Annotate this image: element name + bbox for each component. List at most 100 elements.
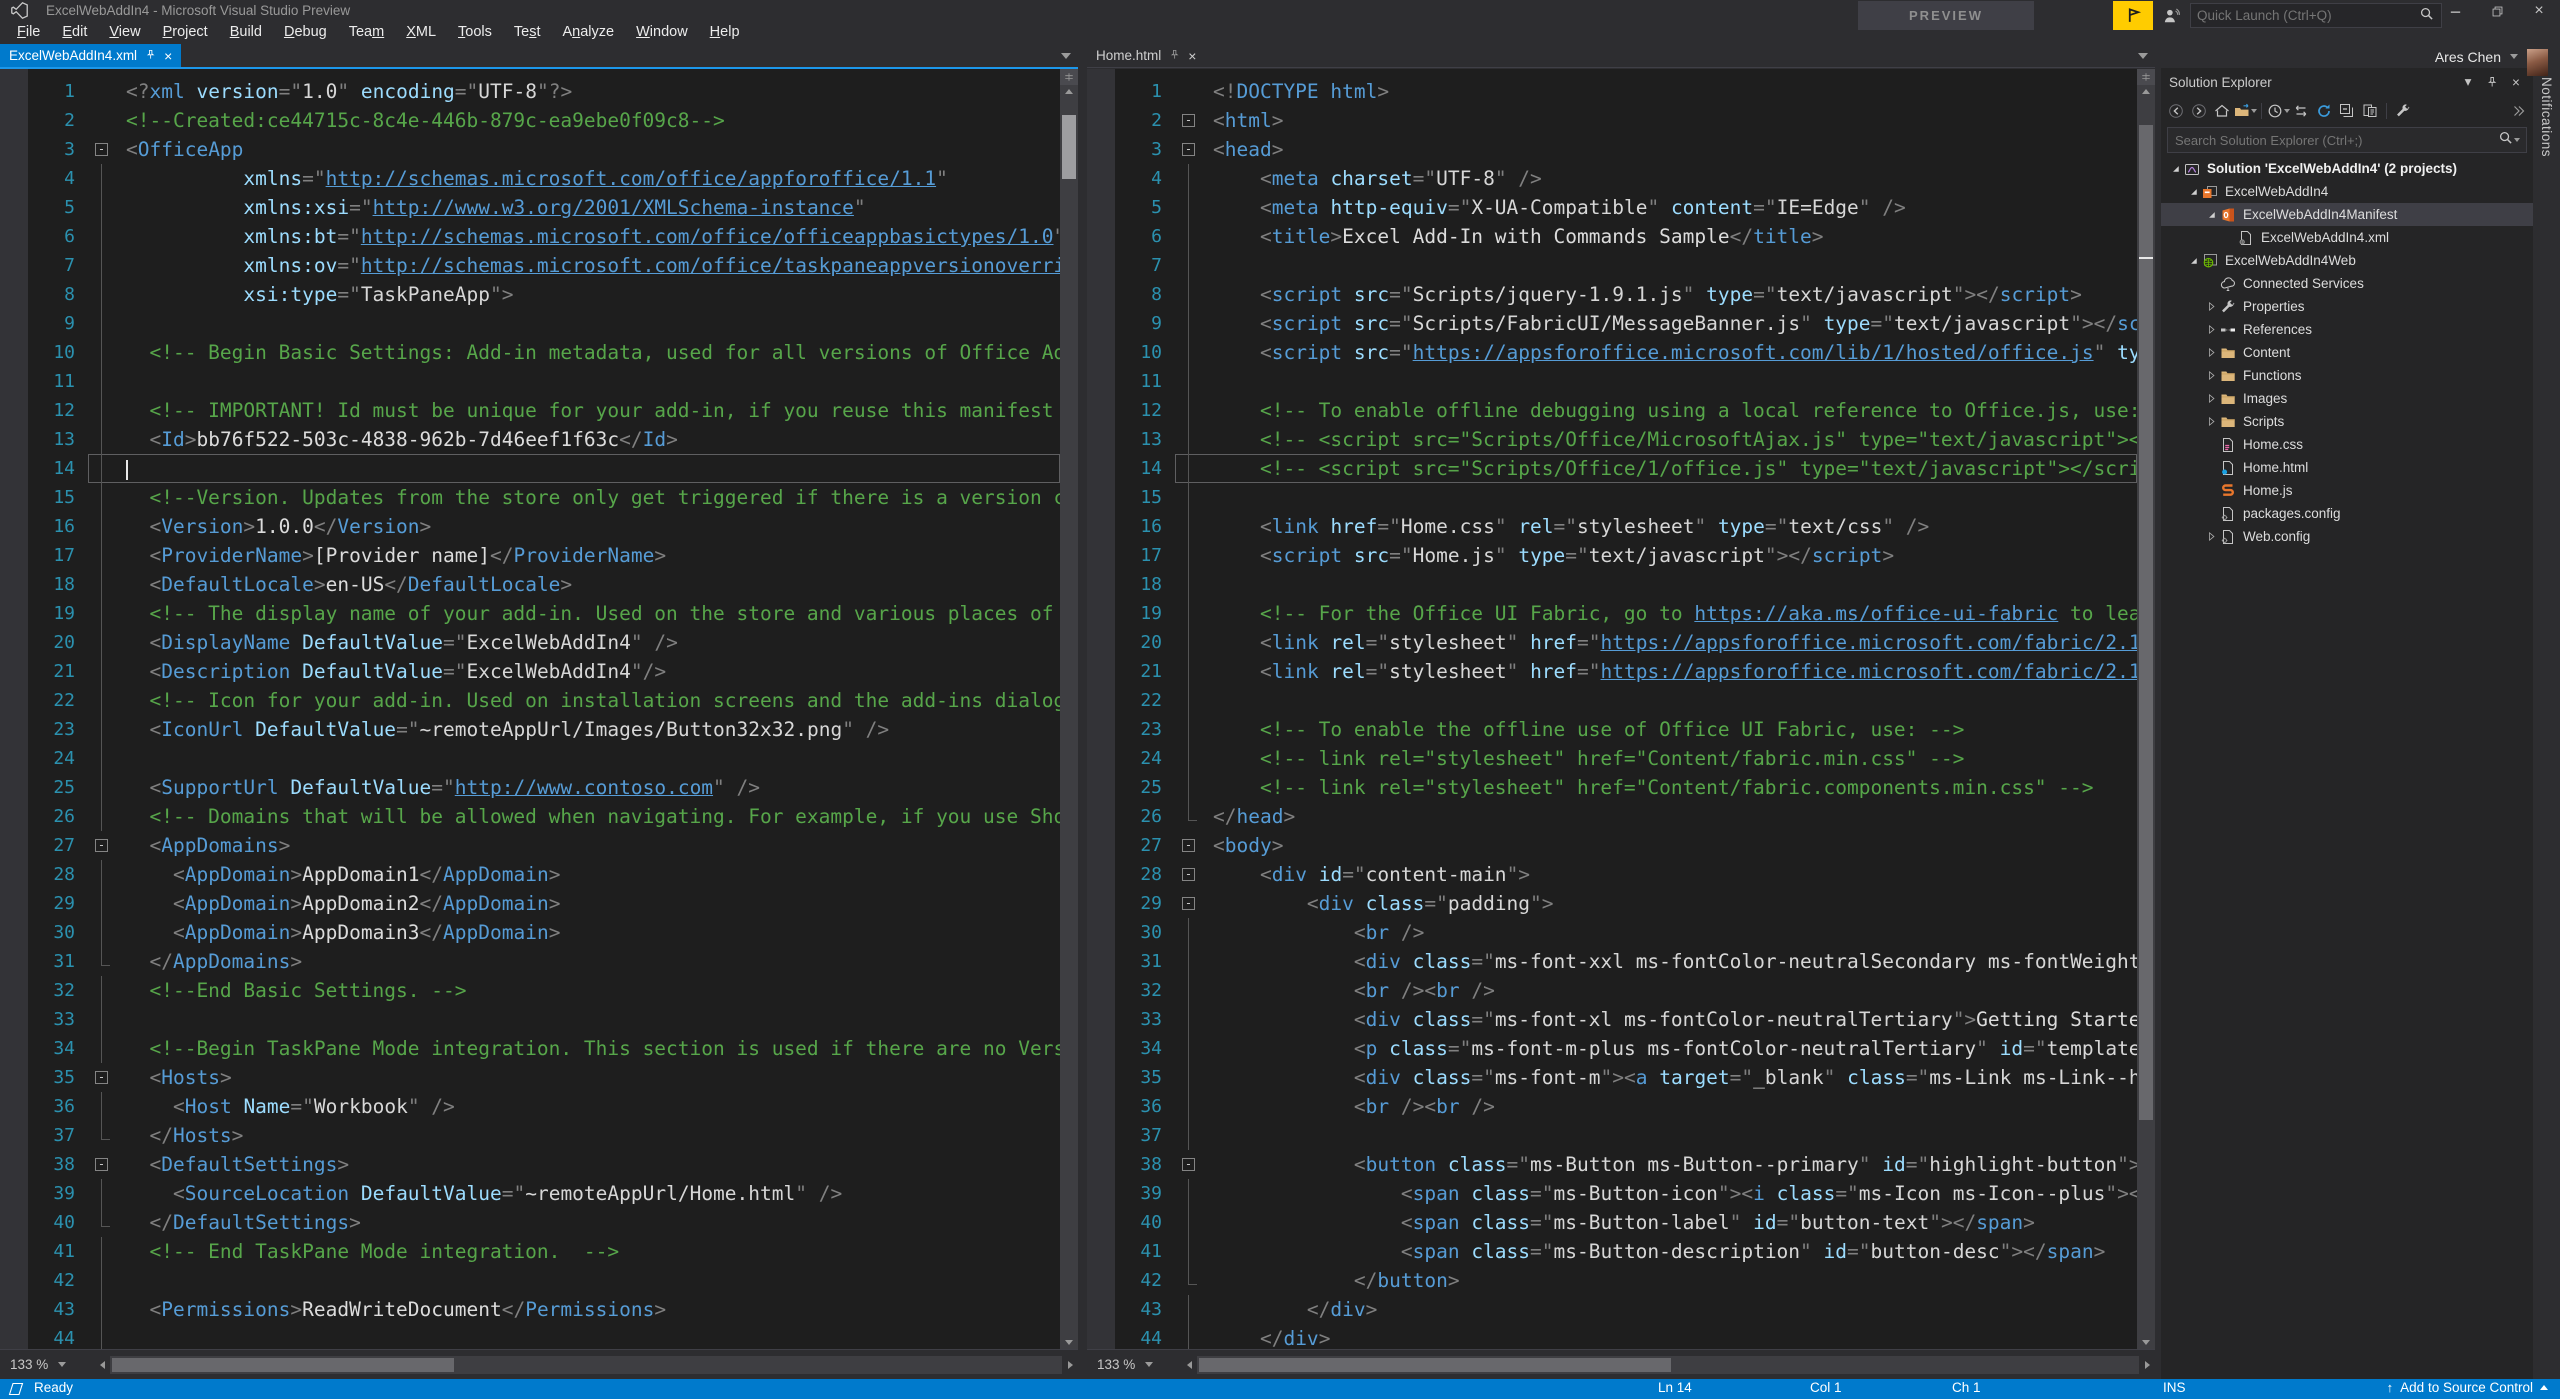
pin-icon[interactable] <box>145 48 156 63</box>
code-text[interactable]: <title>Excel Add-In with Commands Sample… <box>1205 222 2137 251</box>
code-text[interactable]: <AppDomains> <box>118 831 1060 860</box>
code-text[interactable] <box>1205 686 2137 715</box>
code-text[interactable]: <Permissions>ReadWriteDocument</Permissi… <box>118 1295 1060 1324</box>
tree-item-content[interactable]: Content <box>2161 341 2533 364</box>
menu-item-tools[interactable]: Tools <box>447 21 503 44</box>
expander-closed-icon[interactable] <box>2203 391 2220 407</box>
scroll-thumb[interactable] <box>1062 115 1076 179</box>
collapse-box-icon[interactable]: - <box>1182 839 1195 852</box>
tab-home-html[interactable]: Home.html× <box>1087 44 1205 67</box>
pin-icon[interactable] <box>1169 48 1180 63</box>
back-icon[interactable] <box>2165 100 2187 122</box>
code-text[interactable]: <IconUrl DefaultValue="~remoteAppUrl/Ima… <box>118 715 1060 744</box>
chevron-down-icon[interactable] <box>2514 138 2520 142</box>
tree-item-excelwebaddin4web[interactable]: ExcelWebAddIn4Web <box>2161 249 2533 272</box>
document-list-chevron-icon[interactable] <box>2138 53 2148 59</box>
code-text[interactable]: <SupportUrl DefaultValue="http://www.con… <box>118 773 1060 802</box>
editor-pane-left[interactable]: ExcelWebAddIn4.xml×1<?xml version="1.0" … <box>0 44 1078 1379</box>
code-text[interactable]: <Description DefaultValue="ExcelWebAddIn… <box>118 657 1060 686</box>
search-icon[interactable] <box>2498 130 2513 150</box>
code-text[interactable]: <OfficeApp <box>118 135 1060 164</box>
code-text[interactable]: <script src="Scripts/FabricUI/MessageBan… <box>1205 309 2137 338</box>
code-text[interactable]: <meta http-equiv="X-UA-Compatible" conte… <box>1205 193 2137 222</box>
expander-closed-icon[interactable] <box>2203 368 2220 384</box>
code-text[interactable]: <DefaultLocale>en-US</DefaultLocale> <box>118 570 1060 599</box>
solution-search-input[interactable] <box>2168 133 2498 148</box>
scope-icon[interactable] <box>2234 100 2256 122</box>
tree-item-packages-config[interactable]: packages.config <box>2161 502 2533 525</box>
search-icon[interactable] <box>2419 6 2441 26</box>
code-text[interactable]: <?xml version="1.0" encoding="UTF-8"?> <box>118 77 1060 106</box>
code-text[interactable]: <!-- IMPORTANT! Id must be unique for yo… <box>118 396 1060 425</box>
code-text[interactable]: <!-- To enable the offline use of Office… <box>1205 715 2137 744</box>
expander-open-icon[interactable] <box>2185 253 2202 269</box>
tree-item-excelwebaddin4manifest[interactable]: ExcelWebAddIn4Manifest <box>2161 203 2533 226</box>
code-text[interactable]: <p class="ms-font-m-plus ms-fontColor-ne… <box>1205 1034 2137 1063</box>
tree-item-excelwebaddin4[interactable]: ExcelWebAddIn4 <box>2161 180 2533 203</box>
code-text[interactable]: <!-- Icon for your add-in. Used on insta… <box>118 686 1060 715</box>
code-text[interactable]: <AppDomain>AppDomain3</AppDomain> <box>118 918 1060 947</box>
expander-closed-icon[interactable] <box>2203 299 2220 315</box>
menu-item-project[interactable]: Project <box>152 21 219 44</box>
code-text[interactable]: <head> <box>1205 135 2137 164</box>
editor-pane-right[interactable]: Home.html×1<!DOCTYPE html>2-<html>3-<hea… <box>1087 44 2155 1379</box>
code-text[interactable]: <!-- To enable offline debugging using a… <box>1205 396 2137 425</box>
feedback-flag-icon[interactable] <box>2113 1 2153 30</box>
code-text[interactable]: <!-- <script src="Scripts/Office/Microso… <box>1205 425 2137 454</box>
code-text[interactable]: <span class="ms-Button-icon"><i class="m… <box>1205 1179 2137 1208</box>
code-text[interactable]: <!DOCTYPE html> <box>1205 77 2137 106</box>
close-button[interactable]: × <box>2524 2 2554 20</box>
menu-item-team[interactable]: Team <box>338 21 395 44</box>
code-text[interactable]: xsi:type="TaskPaneApp"> <box>118 280 1060 309</box>
user-name[interactable]: Ares Chen <box>2435 49 2501 65</box>
code-text[interactable]: <Hosts> <box>118 1063 1060 1092</box>
tree-item-scripts[interactable]: Scripts <box>2161 410 2533 433</box>
tree-item-properties[interactable]: Properties <box>2161 295 2533 318</box>
collapse-box-icon[interactable]: - <box>95 839 108 852</box>
code-text[interactable]: <span class="ms-Button-description" id="… <box>1205 1237 2137 1266</box>
scroll-thumb[interactable] <box>112 1358 454 1372</box>
code-text[interactable]: <div id="content-main"> <box>1205 860 2137 889</box>
code-text[interactable]: <div class="ms-font-xxl ms-fontColor-neu… <box>1205 947 2137 976</box>
scroll-up-arrow[interactable] <box>1060 85 1078 98</box>
menu-item-xml[interactable]: XML <box>395 21 447 44</box>
expander-closed-icon[interactable] <box>2203 414 2220 430</box>
code-text[interactable]: <!-- link rel="stylesheet" href="Content… <box>1205 744 2137 773</box>
editor-surface[interactable]: 1<?xml version="1.0" encoding="UTF-8"?>2… <box>0 69 1060 1349</box>
horizontal-scrollbar[interactable] <box>1197 1356 2139 1374</box>
code-text[interactable]: <span class="ms-Button-label" id="button… <box>1205 1208 2137 1237</box>
code-text[interactable]: </button> <box>1205 1266 2137 1295</box>
code-text[interactable]: <Id>bb76f522-503c-4838-962b-7d46eef1f63c… <box>118 425 1060 454</box>
close-icon[interactable]: × <box>2507 73 2525 91</box>
code-text[interactable] <box>1205 570 2137 599</box>
tree-item-home-js[interactable]: Home.js <box>2161 479 2533 502</box>
avatar[interactable] <box>2527 49 2548 76</box>
notifications-tab[interactable]: Notifications <box>2539 77 2554 157</box>
tree-item-home-css[interactable]: Home.css <box>2161 433 2533 456</box>
scroll-thumb[interactable] <box>1199 1358 1671 1372</box>
code-text[interactable]: <link rel="stylesheet" href="https://app… <box>1205 657 2137 686</box>
scroll-down-arrow[interactable] <box>1060 1336 1078 1349</box>
code-text[interactable]: <link rel="stylesheet" href="https://app… <box>1205 628 2137 657</box>
code-text[interactable]: <br /> <box>1205 918 2137 947</box>
collapse-box-icon[interactable]: - <box>1182 143 1195 156</box>
menu-item-edit[interactable]: Edit <box>51 21 98 44</box>
add-to-source-control-button[interactable]: ↑ Add to Source Control <box>2387 1380 2548 1395</box>
tree-item-solution-excelwebaddin4-2-projects-[interactable]: Solution 'ExcelWebAddIn4' (2 projects) <box>2161 157 2533 180</box>
splitter-handle[interactable] <box>1060 69 1078 85</box>
scroll-right-arrow[interactable] <box>2139 1356 2155 1374</box>
quick-launch[interactable] <box>2190 3 2442 28</box>
splitter-handle[interactable] <box>2137 69 2155 85</box>
menu-item-test[interactable]: Test <box>503 21 552 44</box>
properties-icon[interactable] <box>2392 100 2414 122</box>
expander-open-icon[interactable] <box>2203 207 2220 223</box>
restore-button[interactable] <box>2482 2 2512 20</box>
scroll-left-arrow[interactable] <box>1181 1356 1197 1374</box>
code-text[interactable]: <AppDomain>AppDomain2</AppDomain> <box>118 889 1060 918</box>
expander-closed-icon[interactable] <box>2203 529 2220 545</box>
code-text[interactable]: </div> <box>1205 1295 2137 1324</box>
code-text[interactable]: <button class="ms-Button ms-Button--prim… <box>1205 1150 2137 1179</box>
menu-item-help[interactable]: Help <box>699 21 751 44</box>
vertical-scrollbar[interactable] <box>2137 69 2155 1349</box>
solution-explorer-search[interactable] <box>2167 127 2527 153</box>
